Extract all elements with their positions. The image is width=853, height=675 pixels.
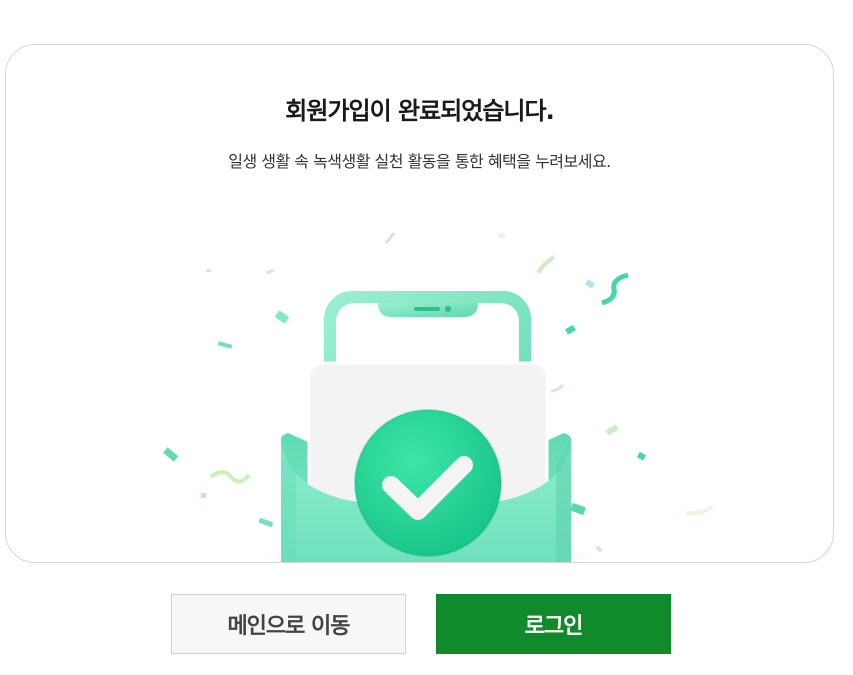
check-circle-icon bbox=[354, 409, 502, 557]
go-to-main-button[interactable]: 메인으로 이동 bbox=[171, 594, 406, 654]
action-buttons: 메인으로 이동 로그인 bbox=[0, 594, 853, 654]
page-title: 회원가입이 완료되었습니다. bbox=[285, 97, 554, 125]
login-button[interactable]: 로그인 bbox=[436, 594, 671, 654]
envelope-checkmark-icon bbox=[163, 232, 714, 562]
signup-complete-page: 회원가입이 완료되었습니다. 일생 생활 속 녹색생활 실천 활동을 통한 혜택… bbox=[0, 0, 853, 675]
page-subtitle: 일생 생활 속 녹색생활 실천 활동을 통한 혜택을 누려보세요. bbox=[228, 152, 611, 171]
signup-complete-card: 회원가입이 완료되었습니다. 일생 생활 속 녹색생활 실천 활동을 통한 혜택… bbox=[5, 44, 834, 563]
